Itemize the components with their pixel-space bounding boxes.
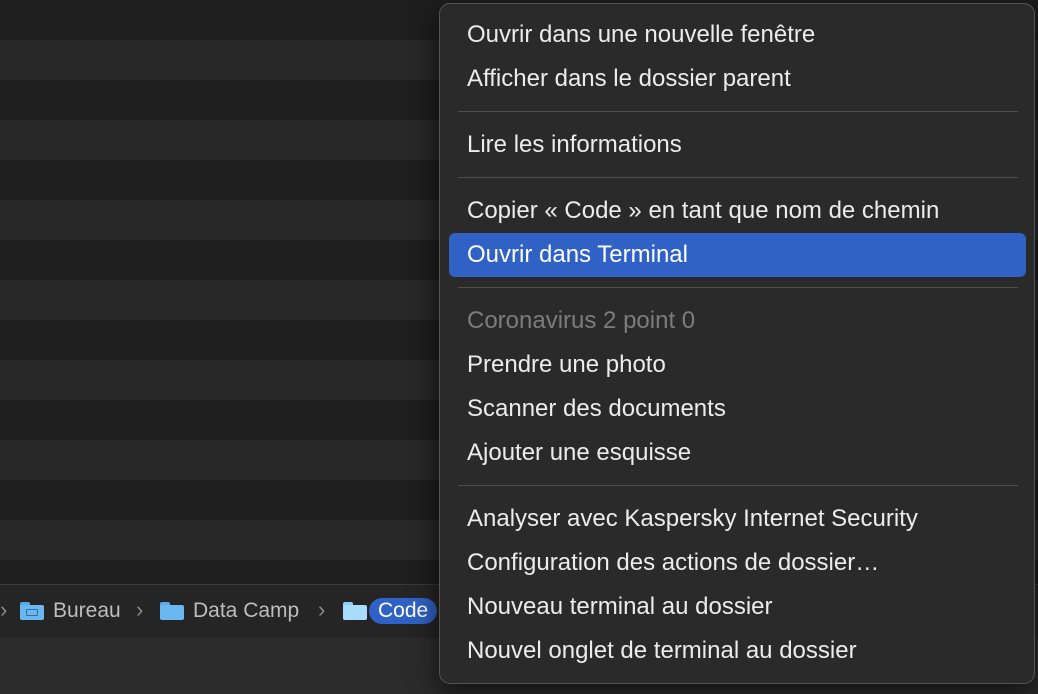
menu-separator: [458, 485, 1018, 486]
folder-icon: [343, 602, 367, 620]
chevron-right-icon: ›: [136, 597, 144, 622]
menu-item-new-terminal-tab-at-folder[interactable]: Nouvel onglet de terminal au dossier: [449, 629, 1026, 673]
chevron-right-icon: ›: [318, 597, 326, 622]
menu-item-add-sketch[interactable]: Ajouter une esquisse: [449, 431, 1026, 475]
chevron-right-icon: ›: [0, 597, 8, 622]
path-item-label: Bureau: [53, 599, 121, 622]
menu-separator: [458, 111, 1018, 112]
menu-item-device-header: Coronavirus 2 point 0: [467, 307, 696, 334]
menu-item-open-in-terminal[interactable]: Ouvrir dans Terminal: [449, 233, 1026, 277]
path-item-bureau[interactable]: Bureau: [20, 598, 121, 624]
menu-item-kaspersky-scan[interactable]: Analyser avec Kaspersky Internet Securit…: [449, 497, 1026, 541]
folder-icon: [20, 602, 44, 620]
path-item-data-camp[interactable]: Data Camp: [160, 598, 299, 624]
menu-item-scan-documents[interactable]: Scanner des documents: [449, 387, 1026, 431]
path-item-label: Code: [369, 598, 438, 624]
menu-item-get-info[interactable]: Lire les informations: [449, 123, 1026, 167]
menu-separator: [458, 177, 1018, 178]
menu-item-copy-as-pathname[interactable]: Copier « Code » en tant que nom de chemi…: [449, 189, 1026, 233]
menu-item-take-photo[interactable]: Prendre une photo: [449, 343, 1026, 387]
context-menu: Ouvrir dans une nouvelle fenêtre Affiche…: [439, 3, 1035, 684]
menu-item-new-terminal-at-folder[interactable]: Nouveau terminal au dossier: [449, 585, 1026, 629]
path-item-code[interactable]: Code: [343, 598, 438, 624]
menu-item-folder-actions-setup[interactable]: Configuration des actions de dossier…: [449, 541, 1026, 585]
menu-item-show-enclosing-folder[interactable]: Afficher dans le dossier parent: [449, 57, 1026, 101]
menu-item-open-new-window[interactable]: Ouvrir dans une nouvelle fenêtre: [449, 13, 1026, 57]
folder-icon: [160, 602, 184, 620]
menu-separator: [458, 287, 1018, 288]
path-item-label: Data Camp: [193, 599, 300, 622]
